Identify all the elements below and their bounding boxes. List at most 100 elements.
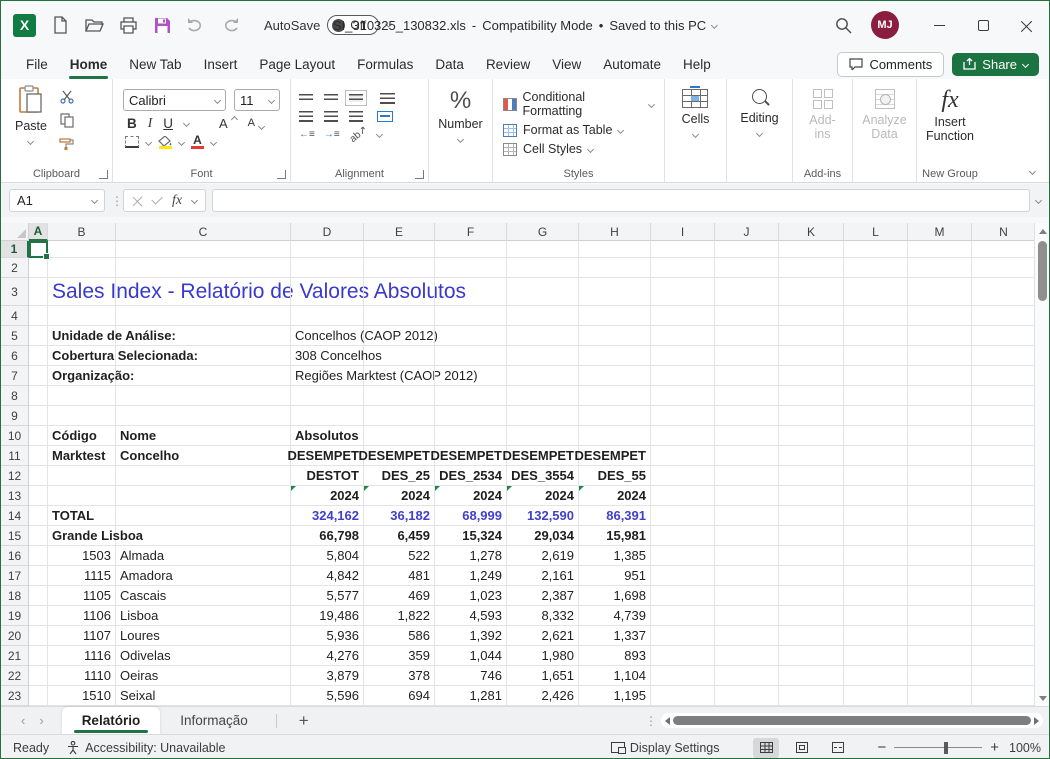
row-header-16[interactable]: 16 [1, 546, 29, 566]
cancel-entry-icon[interactable] [132, 196, 142, 206]
row-header-8[interactable]: 8 [1, 386, 29, 406]
cell-L8[interactable] [844, 386, 908, 406]
cell-C19[interactable]: Lisboa [116, 606, 291, 626]
cell-I12[interactable] [651, 466, 715, 486]
cell-B15[interactable]: Grande Lisboa [48, 526, 116, 546]
cell-A14[interactable] [29, 506, 48, 526]
cell-B20[interactable]: 1107 [48, 626, 116, 646]
cell-A9[interactable] [29, 406, 48, 426]
cell-C2[interactable] [116, 258, 291, 278]
cell-M11[interactable] [908, 446, 972, 466]
cell-F23[interactable]: 1,281 [435, 686, 507, 706]
new-file-icon[interactable] [50, 15, 70, 35]
cell-F11[interactable]: DESEMPET [435, 446, 507, 466]
cell-G10[interactable] [507, 426, 579, 446]
cell-B8[interactable] [48, 386, 116, 406]
cell-L22[interactable] [844, 666, 908, 686]
align-middle-icon[interactable] [324, 94, 338, 102]
cell-I9[interactable] [651, 406, 715, 426]
cell-N15[interactable] [972, 526, 1036, 546]
cell-H16[interactable]: 1,385 [579, 546, 651, 566]
row-header-21[interactable]: 21 [1, 646, 29, 666]
cell-G5[interactable] [507, 326, 579, 346]
page-break-view-button[interactable] [825, 738, 851, 758]
cell-J15[interactable] [715, 526, 779, 546]
cell-H7[interactable] [579, 366, 651, 386]
decrease-font-button[interactable]: A [248, 118, 255, 129]
cell-E7[interactable] [364, 366, 435, 386]
cell-M21[interactable] [908, 646, 972, 666]
cell-A8[interactable] [29, 386, 48, 406]
bold-button[interactable]: B [127, 116, 137, 131]
cell-F21[interactable]: 1,044 [435, 646, 507, 666]
cell-E23[interactable]: 694 [364, 686, 435, 706]
cell-I22[interactable] [651, 666, 715, 686]
cell-C8[interactable] [116, 386, 291, 406]
column-header-K[interactable]: K [779, 223, 844, 241]
cell-A11[interactable] [29, 446, 48, 466]
cell-K22[interactable] [779, 666, 844, 686]
cell-K9[interactable] [779, 406, 844, 426]
cell-J18[interactable] [715, 586, 779, 606]
sheet-tab-informação[interactable]: Informação [160, 707, 268, 735]
cell-B18[interactable]: 1105 [48, 586, 116, 606]
cell-D8[interactable] [291, 386, 364, 406]
format-painter-icon[interactable] [57, 135, 77, 151]
cell-E19[interactable]: 1,822 [364, 606, 435, 626]
cell-K8[interactable] [779, 386, 844, 406]
prev-sheet-icon[interactable]: ‹ [21, 713, 25, 728]
cell-H1[interactable] [579, 241, 651, 258]
comments-button[interactable]: Comments [837, 52, 944, 77]
cell-E9[interactable] [364, 406, 435, 426]
cell-M17[interactable] [908, 566, 972, 586]
chevron-down-icon[interactable] [145, 138, 152, 145]
row-header-11[interactable]: 11 [1, 446, 29, 466]
cell-G9[interactable] [507, 406, 579, 426]
cell-D14[interactable]: 324,162 [291, 506, 364, 526]
cell-C4[interactable] [116, 306, 291, 326]
decrease-indent-icon[interactable]: ←≡ [299, 129, 315, 140]
avatar[interactable]: MJ [871, 11, 899, 39]
cell-N10[interactable] [972, 426, 1036, 446]
alignment-dialog-launcher-icon[interactable] [415, 170, 424, 179]
cell-H22[interactable]: 1,104 [579, 666, 651, 686]
cell-K15[interactable] [779, 526, 844, 546]
cell-F12[interactable]: DES_2534 [435, 466, 507, 486]
cell-H19[interactable]: 4,739 [579, 606, 651, 626]
cell-H15[interactable]: 15,981 [579, 526, 651, 546]
conditional-formatting-button[interactable]: Conditional Formatting [503, 90, 654, 118]
column-header-D[interactable]: D [291, 223, 364, 241]
cell-N6[interactable] [972, 346, 1036, 366]
cell-J19[interactable] [715, 606, 779, 626]
cell-N2[interactable] [972, 258, 1036, 278]
cell-E17[interactable]: 481 [364, 566, 435, 586]
borders-icon[interactable] [125, 136, 139, 148]
cell-N17[interactable] [972, 566, 1036, 586]
cell-M18[interactable] [908, 586, 972, 606]
cell-I10[interactable] [651, 426, 715, 446]
cells-button[interactable]: Cells [674, 85, 718, 141]
cell-E6[interactable] [364, 346, 435, 366]
cell-F8[interactable] [435, 386, 507, 406]
zoom-slider[interactable] [894, 747, 982, 748]
addins-button[interactable]: Add-ins [799, 85, 846, 146]
tab-page-layout[interactable]: Page Layout [248, 52, 346, 77]
cell-G16[interactable]: 2,619 [507, 546, 579, 566]
cell-B2[interactable] [48, 258, 116, 278]
cell-A10[interactable] [29, 426, 48, 446]
cell-G21[interactable]: 1,980 [507, 646, 579, 666]
column-header-G[interactable]: G [507, 223, 579, 241]
align-right-icon[interactable] [349, 111, 363, 122]
cell-M4[interactable] [908, 306, 972, 326]
cell-I13[interactable] [651, 486, 715, 506]
cell-N19[interactable] [972, 606, 1036, 626]
cell-B1[interactable] [48, 241, 116, 258]
cell-H2[interactable] [579, 258, 651, 278]
cell-A2[interactable] [29, 258, 48, 278]
cell-N23[interactable] [972, 686, 1036, 706]
cell-A15[interactable] [29, 526, 48, 546]
cell-F18[interactable]: 1,023 [435, 586, 507, 606]
cell-G6[interactable] [507, 346, 579, 366]
cell-F4[interactable] [435, 306, 507, 326]
cell-F9[interactable] [435, 406, 507, 426]
